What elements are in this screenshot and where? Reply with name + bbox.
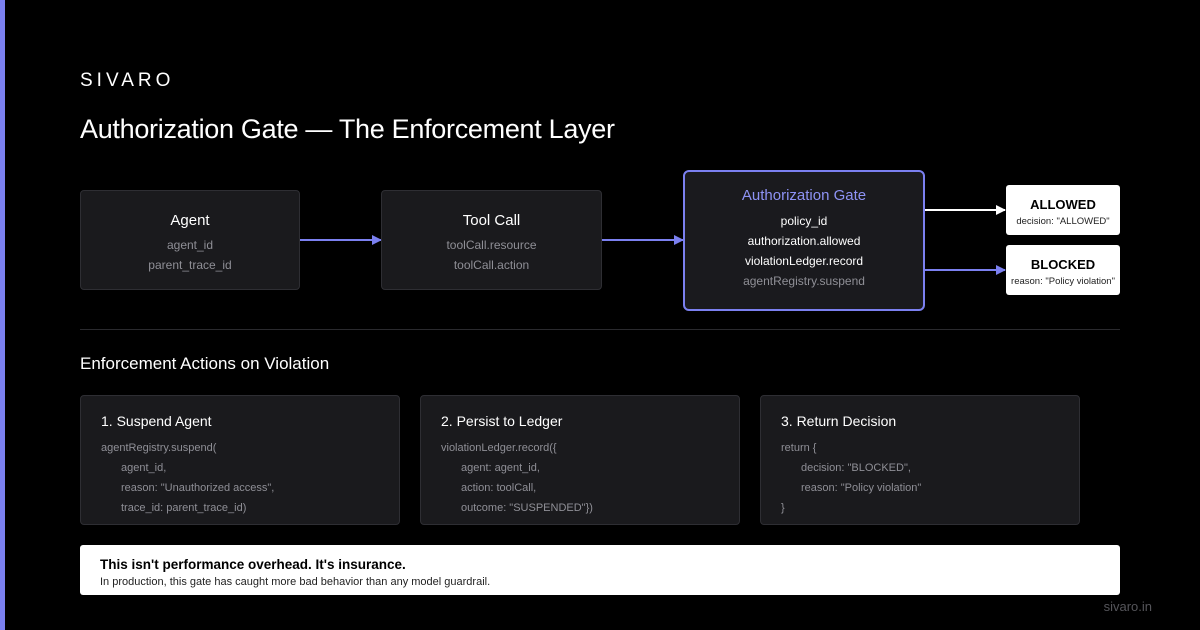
blocked-outcome: BLOCKED reason: "Policy violation" [1006, 245, 1120, 295]
allowed-label: ALLOWED [1030, 197, 1096, 212]
card-title: 2. Persist to Ledger [441, 413, 563, 429]
brand-logo: SIVARO [80, 70, 175, 91]
footer-url: sivaro.in [1103, 599, 1152, 614]
agent-field: agent_id [166, 238, 214, 252]
code-line: } [781, 502, 785, 514]
card-title: 3. Return Decision [781, 413, 897, 429]
page-title: Authorization Gate — The Enforcement Lay… [80, 114, 615, 144]
section-title: Enforcement Actions on Violation [80, 354, 330, 373]
callout-subtext: In production, this gate has caught more… [100, 576, 491, 588]
code-line: reason: "Unauthorized access", [121, 482, 275, 494]
code-line: agentRegistry.suspend( [101, 442, 217, 454]
code-line: agent: agent_id, [461, 462, 540, 474]
agent-field: parent_trace_id [148, 258, 232, 272]
tool-call-field: toolCall.action [453, 258, 530, 272]
persist-ledger-card: 2. Persist to Ledger violationLedger.rec… [420, 395, 740, 525]
code-line: outcome: "SUSPENDED"}) [461, 502, 593, 514]
gate-field: violationLedger.record [744, 254, 864, 268]
insight-callout: This isn't performance overhead. It's in… [80, 545, 1120, 595]
tool-call-node: Tool Call toolCall.resource toolCall.act… [381, 190, 602, 290]
allowed-detail: decision: "ALLOWED" [1016, 216, 1110, 227]
blocked-label: BLOCKED [1030, 257, 1096, 272]
code-line: trace_id: parent_trace_id) [121, 502, 247, 514]
accent-bar [0, 0, 5, 630]
gate-field: agentRegistry.suspend [743, 274, 865, 288]
callout-headline: This isn't performance overhead. It's in… [100, 557, 406, 572]
code-line: agent_id, [121, 462, 167, 474]
tool-call-node-label: Tool Call [462, 212, 521, 229]
agent-node: Agent agent_id parent_trace_id [80, 190, 300, 290]
gate-field: authorization.allowed [747, 234, 861, 248]
authorization-gate-label: Authorization Gate [741, 187, 867, 204]
allowed-outcome: ALLOWED decision: "ALLOWED" [1006, 185, 1120, 235]
code-line: decision: "BLOCKED", [801, 462, 911, 474]
suspend-agent-card: 1. Suspend Agent agentRegistry.suspend( … [80, 395, 400, 525]
return-decision-card: 3. Return Decision return { decision: "B… [760, 395, 1080, 525]
flow-arrows [300, 205, 1006, 275]
code-line: return { [781, 442, 817, 454]
code-line: action: toolCall, [461, 482, 537, 494]
blocked-detail: reason: "Policy violation" [1011, 276, 1115, 287]
agent-node-label: Agent [170, 212, 210, 229]
authorization-gate-node: Authorization Gate policy_id authorizati… [683, 170, 925, 311]
gate-field: policy_id [780, 214, 828, 228]
section-divider [80, 329, 1120, 330]
card-title: 1. Suspend Agent [101, 413, 212, 429]
tool-call-field: toolCall.resource [446, 238, 537, 252]
code-line: reason: "Policy violation" [801, 482, 922, 494]
code-line: violationLedger.record({ [441, 442, 557, 454]
